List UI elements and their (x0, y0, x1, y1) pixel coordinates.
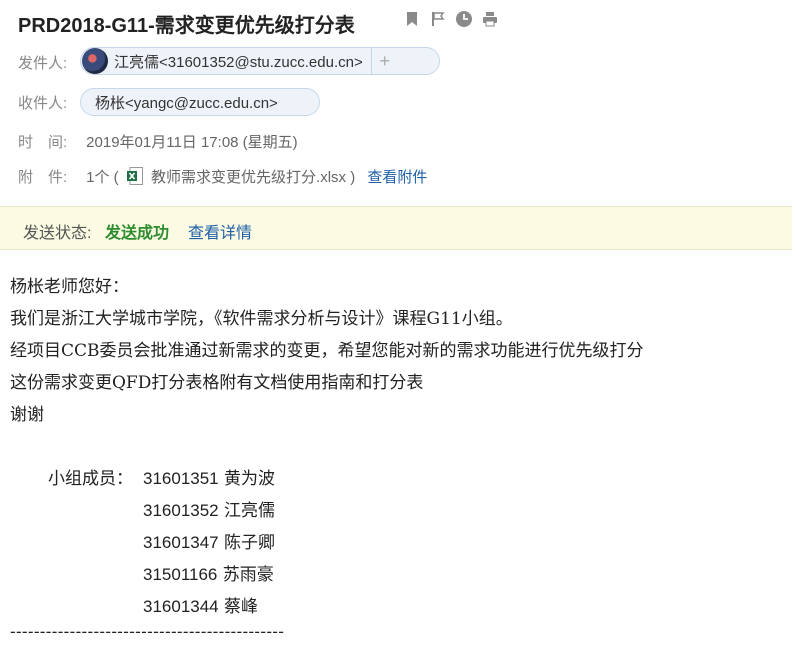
body-greeting: 杨枨老师您好： (10, 277, 129, 297)
print-icon[interactable] (481, 10, 499, 28)
to-row: 收件人: (18, 92, 67, 113)
signature-divider: ----------------------------------------… (10, 622, 285, 641)
bookmark-icon[interactable] (403, 10, 421, 28)
member-row: 31601352 江亮儒 (143, 496, 275, 521)
attach-file[interactable]: 教师需求变更优先级打分.xlsx ) (151, 169, 355, 186)
member-id: 31601352 (143, 501, 219, 520)
to-label: 收件人: (18, 95, 68, 112)
body-line-4: 谢谢 (10, 405, 44, 425)
attach-count: 1个 ( (86, 169, 119, 186)
flag-icon[interactable] (429, 10, 447, 28)
status-label: 发送状态: (23, 225, 92, 242)
member-id: 31601347 (143, 533, 219, 552)
attach-label: 附 件: (18, 169, 68, 186)
members-label: 小组成员： (48, 469, 133, 489)
attachment-row: 附 件: 1个 ( 教师需求变更优先级打分.xlsx ) 查看附件 (18, 166, 427, 187)
to-name: 杨枨<yangc@zucc.edu.cn> (95, 94, 278, 112)
member-id: 31601351 (143, 469, 219, 488)
member-row: 31501166 苏雨豪 (143, 560, 274, 585)
member-id: 31501166 (143, 565, 218, 584)
member-row: 31601344 蔡峰 (143, 592, 258, 617)
avatar (82, 48, 108, 74)
from-row: 发件人: (18, 52, 67, 73)
time-value: 2019年01月11日 17:08 (星期五) (86, 134, 298, 151)
from-label: 发件人: (18, 55, 68, 72)
member-name: 陈子卿 (224, 533, 276, 553)
from-name: 江亮儒<31601352@stu.zucc.edu.cn> (114, 53, 363, 71)
member-name: 苏雨豪 (222, 565, 274, 585)
status-value: 发送成功 (105, 225, 170, 242)
body-line-1: 我们是浙江大学城市学院，《软件需求分析与设计》课程G11小组。 (10, 309, 513, 329)
member-row: 31601347 陈子卿 (143, 528, 275, 553)
excel-icon (126, 167, 143, 185)
to-contact-chip[interactable]: 杨枨<yangc@zucc.edu.cn> (80, 88, 320, 116)
body-line-3: 这份需求变更QFD打分表格附有文档使用指南和打分表 (10, 373, 424, 393)
time-row: 时 间: 2019年01月11日 17:08 (星期五) (18, 131, 298, 152)
view-details-link[interactable]: 查看详情 (188, 219, 252, 243)
mail-subject: PRD2018-G11-需求变更优先级打分表 (18, 15, 355, 37)
add-contact-icon[interactable]: + (370, 48, 398, 74)
clock-icon[interactable] (455, 10, 473, 28)
view-attachment-link[interactable]: 查看附件 (367, 169, 427, 186)
member-name: 黄为波 (224, 469, 276, 489)
member-name: 江亮儒 (224, 501, 276, 521)
subject-actions (403, 10, 499, 28)
member-row: 31601351 黄为波 (143, 464, 275, 489)
mail-header: PRD2018-G11-需求变更优先级打分表 发件人: 江亮儒<31601352… (0, 0, 792, 206)
member-name: 蔡峰 (224, 597, 259, 617)
member-id: 31601344 (143, 597, 219, 616)
send-status-bar: 发送状态: 发送成功 查看详情 (0, 206, 792, 250)
body-line-2: 经项目CCB委员会批准通过新需求的变更，希望您能对新的需求功能进行优先级打分 (10, 341, 644, 361)
time-label: 时 间: (18, 134, 68, 151)
from-contact-chip[interactable]: 江亮儒<31601352@stu.zucc.edu.cn> + (80, 47, 440, 75)
